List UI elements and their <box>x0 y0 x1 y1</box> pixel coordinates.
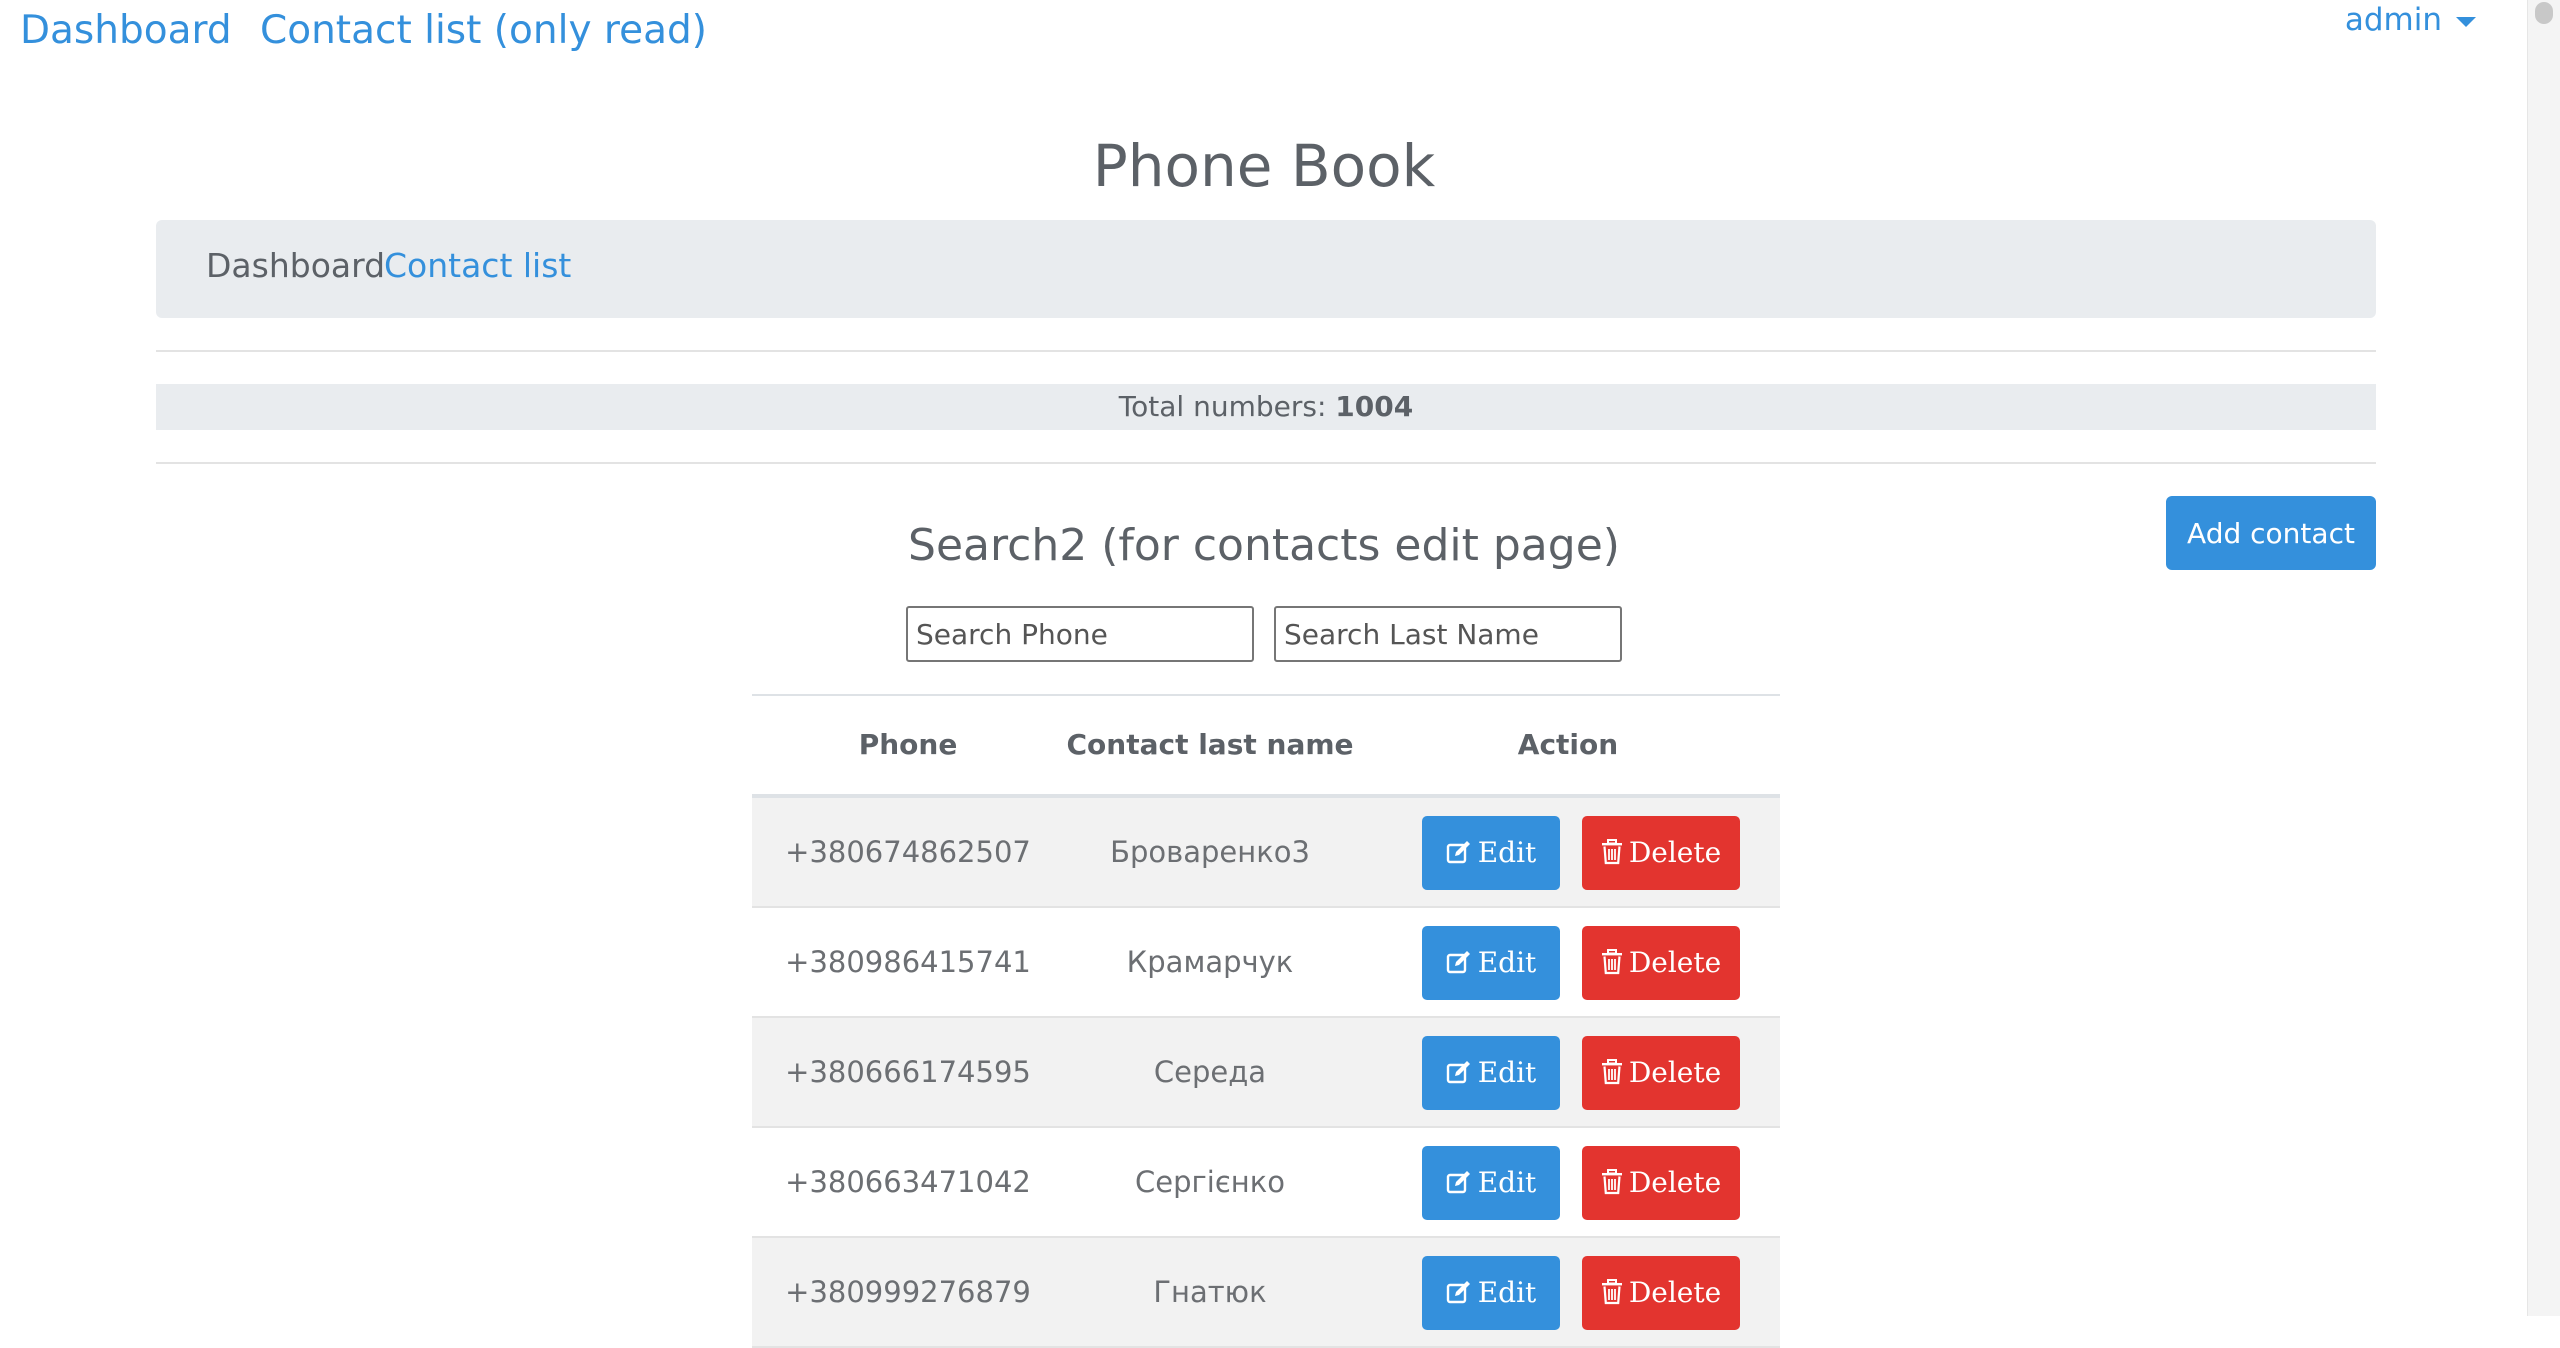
caret-down-icon <box>2456 16 2476 27</box>
edit-label: Edit <box>1477 836 1537 869</box>
delete-button[interactable]: Delete <box>1582 926 1740 1000</box>
user-menu-dropdown[interactable]: admin <box>2345 2 2476 38</box>
scrollbar-thumb[interactable] <box>2535 2 2553 24</box>
trash-icon <box>1601 838 1622 864</box>
delete-button[interactable]: Delete <box>1582 1036 1740 1110</box>
last-name-cell: Середа <box>1153 1055 1267 1089</box>
table-row: +380986415741 Крамарчук Edit Delete <box>752 908 1780 1018</box>
phone-cell: +380986415741 <box>785 945 1031 979</box>
delete-label: Delete <box>1628 836 1722 869</box>
edit-label: Edit <box>1477 1056 1537 1089</box>
delete-button[interactable]: Delete <box>1582 1256 1740 1330</box>
last-name-cell: Крамарчук <box>1126 945 1294 979</box>
delete-label: Delete <box>1628 1056 1722 1089</box>
delete-label: Delete <box>1628 1276 1722 1309</box>
total-value: 1004 <box>1335 390 1414 423</box>
last-name-cell: Сергієнко <box>1135 1165 1285 1199</box>
last-name-cell: Броваренко3 <box>1110 835 1310 869</box>
delete-label: Delete <box>1628 1166 1722 1199</box>
search-last-name-input[interactable] <box>1274 606 1622 662</box>
breadcrumb-contact-list[interactable]: Contact list <box>384 246 571 285</box>
edit-icon <box>1446 1170 1470 1193</box>
divider <box>156 462 2376 464</box>
phone-cell: +380663471042 <box>785 1165 1031 1199</box>
page-scrollbar[interactable] <box>2527 0 2560 1316</box>
edit-icon <box>1446 1060 1470 1083</box>
table-body: +380674862507 Броваренко3 Edit Delete +38098… <box>752 798 1780 1348</box>
edit-button[interactable]: Edit <box>1422 1036 1560 1110</box>
header-last-name: Contact last name <box>1066 728 1354 761</box>
table-header: Phone Contact last name Action <box>752 694 1780 798</box>
table-row: +380666174595 Середа Edit Delete <box>752 1018 1780 1128</box>
contacts-table: Phone Contact last name Action +38067486… <box>752 694 1780 1348</box>
edit-label: Edit <box>1477 946 1537 979</box>
search-title: Search2 (for contacts edit page) <box>908 520 1620 571</box>
edit-icon <box>1446 950 1470 973</box>
nav-contact-list-readonly-link[interactable]: Contact list (only read) <box>260 8 707 53</box>
trash-icon <box>1601 1058 1622 1084</box>
table-row: +380999276879 Гнатюк Edit Delete <box>752 1238 1780 1348</box>
delete-button[interactable]: Delete <box>1582 1146 1740 1220</box>
header-action: Action <box>1517 728 1619 761</box>
edit-button[interactable]: Edit <box>1422 816 1560 890</box>
table-row: +380663471042 Сергієнко Edit Delete <box>752 1128 1780 1238</box>
phone-cell: +380674862507 <box>785 835 1031 869</box>
trash-icon <box>1601 1278 1622 1304</box>
edit-label: Edit <box>1477 1166 1537 1199</box>
user-name: admin <box>2344 2 2442 38</box>
delete-button[interactable]: Delete <box>1582 816 1740 890</box>
breadcrumb: Dashboard Contact list <box>156 220 2376 318</box>
edit-button[interactable]: Edit <box>1422 1146 1560 1220</box>
divider <box>156 350 2376 352</box>
edit-button[interactable]: Edit <box>1422 1256 1560 1330</box>
search-phone-input[interactable] <box>906 606 1254 662</box>
total-label: Total numbers: <box>1118 390 1327 423</box>
total-numbers-bar: Total numbers: 1004 <box>156 384 2376 430</box>
header-phone: Phone <box>858 728 958 761</box>
page-title: Phone Book <box>1092 132 1436 200</box>
edit-icon <box>1446 1280 1470 1303</box>
edit-button[interactable]: Edit <box>1422 926 1560 1000</box>
edit-label: Edit <box>1477 1276 1537 1309</box>
phone-cell: +380666174595 <box>785 1055 1031 1089</box>
top-navbar: Dashboard Contact list (only read) admin <box>0 0 2528 70</box>
delete-label: Delete <box>1628 946 1722 979</box>
trash-icon <box>1601 948 1622 974</box>
breadcrumb-dashboard[interactable]: Dashboard <box>206 246 385 285</box>
table-row: +380674862507 Броваренко3 Edit Delete <box>752 798 1780 908</box>
nav-dashboard-link[interactable]: Dashboard <box>20 8 232 53</box>
trash-icon <box>1601 1168 1622 1194</box>
phone-cell: +380999276879 <box>785 1275 1031 1309</box>
last-name-cell: Гнатюк <box>1153 1275 1267 1309</box>
edit-icon <box>1446 840 1470 863</box>
